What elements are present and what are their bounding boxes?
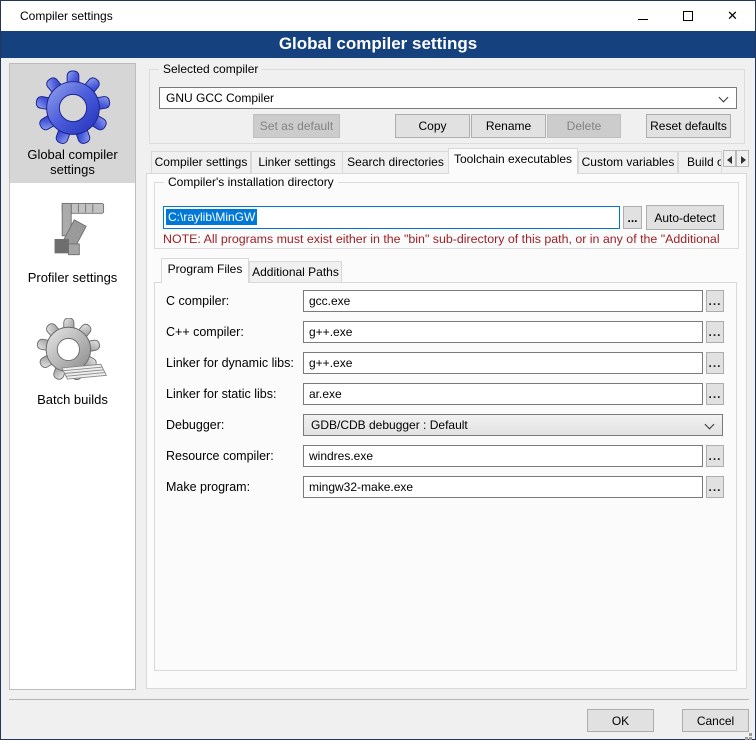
tab-search-directories[interactable]: Search directories	[342, 151, 449, 174]
bin-subdirectory-note: NOTE: All programs must exist either in …	[163, 232, 749, 246]
c-compiler-browse-button[interactable]: ...	[706, 290, 724, 312]
sidebar-item-label: Batch builds	[33, 392, 112, 407]
c-compiler-input[interactable]	[303, 290, 703, 312]
settings-category-list: Global compiler settings Profiler settin…	[9, 63, 136, 690]
window-title: Compiler settings	[20, 1, 113, 31]
maximize-icon	[683, 11, 693, 21]
tab-scroll-right-button[interactable]	[736, 150, 749, 167]
cpp-compiler-input[interactable]	[303, 321, 703, 343]
sidebar-item-label: Global compiler settings	[10, 147, 135, 177]
chevron-down-icon	[705, 420, 715, 430]
reset-defaults-button[interactable]: Reset defaults	[646, 114, 731, 138]
sidebar-item-label: Profiler settings	[24, 270, 122, 285]
copy-button[interactable]: Copy	[395, 114, 470, 138]
linker-static-browse-button[interactable]: ...	[706, 383, 724, 405]
rename-button[interactable]: Rename	[471, 114, 546, 138]
tab-build-options[interactable]: Build options	[678, 151, 722, 174]
linker-static-label: Linker for static libs:	[166, 387, 276, 401]
subtab-program-files[interactable]: Program Files	[161, 258, 249, 283]
footer-divider	[9, 699, 749, 700]
page-title: Global compiler settings	[1, 31, 755, 58]
tab-scroll-right-icon	[741, 156, 746, 164]
resource-compiler-browse-button[interactable]: ...	[706, 445, 724, 467]
sidebar-item-profiler-settings[interactable]: Profiler settings	[10, 183, 135, 293]
cancel-button[interactable]: Cancel	[682, 709, 749, 732]
tab-toolchain-executables[interactable]: Toolchain executables	[448, 148, 578, 174]
delete-button[interactable]: Delete	[547, 114, 621, 138]
maximize-button[interactable]	[665, 1, 710, 31]
title-bar[interactable]: Compiler settings ✕	[1, 1, 755, 31]
caliper-icon	[37, 198, 109, 270]
c-compiler-label: C compiler:	[166, 294, 229, 308]
linker-static-input[interactable]	[303, 383, 703, 405]
tab-custom-variables[interactable]: Custom variables	[578, 151, 678, 174]
debugger-select-value: GDB/CDB debugger : Default	[311, 418, 468, 432]
installation-directory-group-label: Compiler's installation directory	[164, 175, 338, 189]
sidebar-item-global-compiler-settings[interactable]: Global compiler settings	[10, 64, 135, 183]
linker-dynamic-label: Linker for dynamic libs:	[166, 356, 294, 370]
subtab-additional-paths[interactable]: Additional Paths	[249, 261, 342, 283]
tab-compiler-settings[interactable]: Compiler settings	[151, 151, 251, 174]
resize-grip[interactable]	[749, 733, 752, 736]
compiler-select-value: GNU GCC Compiler	[166, 91, 274, 105]
minimize-icon	[638, 19, 648, 20]
debugger-select[interactable]: GDB/CDB debugger : Default	[303, 414, 723, 436]
compiler-settings-dialog: { "window": { "title": "Compiler setting…	[0, 0, 756, 740]
debugger-label: Debugger:	[166, 418, 224, 432]
linker-dynamic-browse-button[interactable]: ...	[706, 352, 724, 374]
close-button[interactable]: ✕	[710, 1, 755, 31]
set-as-default-button[interactable]: Set as default	[253, 114, 340, 138]
auto-detect-button[interactable]: Auto-detect	[646, 205, 724, 230]
tab-scroll-left-icon	[727, 156, 732, 164]
installation-directory-browse-button[interactable]: ...	[623, 206, 642, 229]
installation-directory-value: C:\raylib\MinGW	[166, 209, 257, 225]
installation-directory-input[interactable]: C:\raylib\MinGW	[163, 206, 620, 229]
sidebar-item-batch-builds[interactable]: Batch builds	[10, 293, 135, 424]
ok-button[interactable]: OK	[587, 709, 654, 732]
resource-compiler-input[interactable]	[303, 445, 703, 467]
make-program-label: Make program:	[166, 480, 250, 494]
cpp-compiler-browse-button[interactable]: ...	[706, 321, 724, 343]
blue-gear-icon	[34, 69, 112, 147]
make-program-input[interactable]	[303, 476, 703, 498]
linker-dynamic-input[interactable]	[303, 352, 703, 374]
minimize-button[interactable]	[620, 1, 665, 31]
compiler-select[interactable]: GNU GCC Compiler	[159, 87, 737, 109]
cpp-compiler-label: C++ compiler:	[166, 325, 244, 339]
resource-compiler-label: Resource compiler:	[166, 449, 274, 463]
tab-linker-settings[interactable]: Linker settings	[251, 151, 343, 174]
close-icon: ✕	[727, 1, 738, 31]
tab-scroll-left-button[interactable]	[723, 150, 736, 167]
selected-compiler-group-label: Selected compiler	[159, 62, 262, 76]
make-program-browse-button[interactable]: ...	[706, 476, 724, 498]
gray-gear-stack-icon	[36, 318, 110, 392]
chevron-down-icon	[719, 93, 729, 103]
